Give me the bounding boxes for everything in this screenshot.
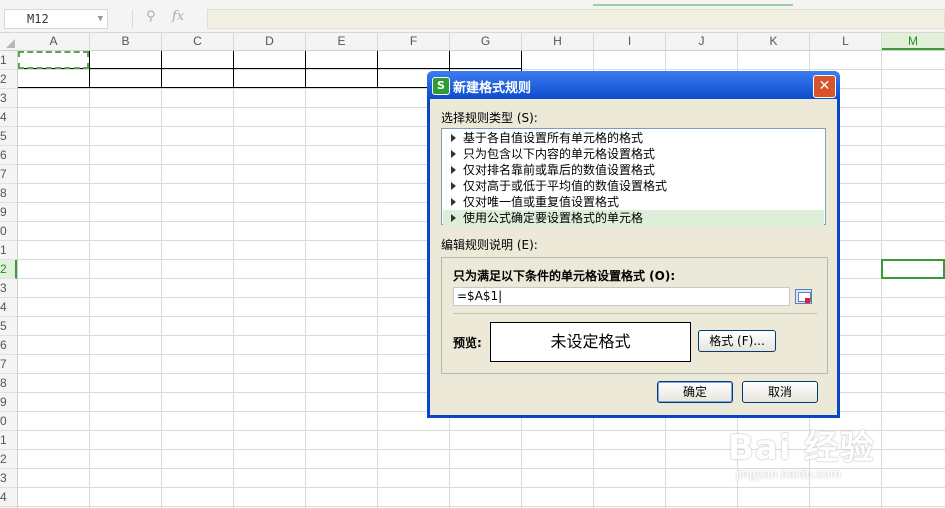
wps-app-icon: S <box>432 77 450 95</box>
row-header[interactable]: 6 <box>0 146 17 165</box>
chevron-down-icon[interactable]: ▼ <box>98 10 103 28</box>
ok-button[interactable]: 确定 <box>657 381 733 403</box>
column-header-k[interactable]: K <box>738 33 810 50</box>
column-header-m[interactable]: M <box>882 33 945 50</box>
column-header-f[interactable]: F <box>378 33 450 50</box>
row-header[interactable]: 3 <box>0 279 17 298</box>
row-header[interactable]: 2 <box>0 450 17 469</box>
rule-type-item[interactable]: 基于各自值设置所有单元格的格式 <box>443 130 824 146</box>
rule-description-group: 只为满足以下条件的单元格设置格式 (O): =$A$1| 预览: 未设定格式 格… <box>441 257 828 374</box>
group-divider <box>453 313 817 314</box>
dialog-title: 新建格式规则 <box>453 81 532 96</box>
rule-type-label: 选择规则类型 (S): <box>441 111 538 125</box>
rule-type-item[interactable]: 使用公式确定要设置格式的单元格 <box>443 210 824 226</box>
rule-type-label: 只为包含以下内容的单元格设置格式 <box>463 147 656 161</box>
baidu-watermark: Bai 经验 jingyan.baidu.com <box>728 420 938 500</box>
cell-border-line <box>377 51 378 88</box>
cell-border-line <box>161 51 162 88</box>
row-header[interactable]: 9 <box>0 203 17 222</box>
cell-border-line <box>233 51 234 88</box>
triangle-right-icon <box>451 198 456 206</box>
rule-type-item[interactable]: 仅对唯一值或重复值设置格式 <box>443 194 824 210</box>
edit-description-label: 编辑规则说明 (E): <box>441 238 538 252</box>
row-header[interactable]: 1 <box>0 431 17 450</box>
row-header[interactable]: 4 <box>0 298 17 317</box>
row-header[interactable]: 8 <box>0 184 17 203</box>
column-header-g[interactable]: G <box>450 33 522 50</box>
format-preview-box: 未设定格式 <box>490 322 691 362</box>
triangle-right-icon <box>451 166 456 174</box>
row-header[interactable]: 7 <box>0 355 17 374</box>
cell-border-line <box>305 51 306 88</box>
column-header-b[interactable]: B <box>90 33 162 50</box>
rule-type-label: 仅对唯一值或重复值设置格式 <box>463 195 620 209</box>
rule-type-item[interactable]: 只为包含以下内容的单元格设置格式 <box>443 146 824 162</box>
format-button[interactable]: 格式 (F)... <box>698 330 776 352</box>
row-header[interactable]: 8 <box>0 374 17 393</box>
rule-type-item[interactable]: 仅对高于或低于平均值的数值设置格式 <box>443 178 824 194</box>
rule-type-list[interactable]: 基于各自值设置所有单元格的格式 只为包含以下内容的单元格设置格式 仅对排名靠前或靠后… <box>441 128 826 226</box>
name-box[interactable]: M12 ▼ <box>4 9 108 29</box>
row-header[interactable]: 1 <box>0 51 17 70</box>
row-header[interactable]: 5 <box>0 127 17 146</box>
watermark-url: jingyan.baidu.com <box>736 466 841 481</box>
formula-toolbar: M12 ▼ ⚲ fx <box>0 0 945 33</box>
watermark-logo: Bai 经验 <box>728 428 875 468</box>
row-header[interactable]: 0 <box>0 412 17 431</box>
triangle-right-icon <box>451 214 456 222</box>
column-header-h[interactable]: H <box>522 33 594 50</box>
cell-border-line <box>18 68 522 69</box>
row-header[interactable]: 9 <box>0 393 17 412</box>
tab-indicator <box>593 4 793 6</box>
rule-type-label: 仅对排名靠前或靠后的数值设置格式 <box>463 163 656 177</box>
name-box-value: M12 <box>27 12 49 26</box>
new-format-rule-dialog: S 新建格式规则 ✕ 选择规则类型 (S): 基于各自值设置所有单元格的格式 只为… <box>427 71 840 418</box>
rule-type-item[interactable]: 仅对排名靠前或靠后的数值设置格式 <box>443 162 824 178</box>
triangle-right-icon <box>451 150 456 158</box>
cell-a1-copy-marquee[interactable] <box>18 51 89 69</box>
dialog-titlebar[interactable]: S 新建格式规则 ✕ <box>427 71 840 99</box>
column-header-d[interactable]: D <box>234 33 306 50</box>
triangle-right-icon <box>451 134 456 142</box>
row-header[interactable]: 4 <box>0 108 17 127</box>
row-header[interactable]: 2 <box>0 70 17 89</box>
select-all-corner[interactable] <box>0 33 17 50</box>
column-header-row: ABCDEFGHIJKLM <box>0 33 945 51</box>
dialog-body: 选择规则类型 (S): 基于各自值设置所有单元格的格式 只为包含以下内容的单元格设… <box>430 99 837 415</box>
column-header-e[interactable]: E <box>306 33 378 50</box>
active-cell-m12[interactable] <box>881 259 945 279</box>
rule-type-label: 仅对高于或低于平均值的数值设置格式 <box>463 179 668 193</box>
close-icon[interactable]: ✕ <box>813 75 836 98</box>
row-header[interactable]: 1 <box>0 241 17 260</box>
row-header[interactable]: 6 <box>0 336 17 355</box>
row-header-column: 123456789012345678901234 <box>0 51 18 508</box>
condition-label: 只为满足以下条件的单元格设置格式 (O): <box>453 269 676 283</box>
range-picker-icon[interactable] <box>795 289 812 304</box>
cell-border-line <box>89 51 90 88</box>
toolbar-divider <box>132 10 133 28</box>
row-header[interactable]: 3 <box>0 469 17 488</box>
row-header[interactable]: 5 <box>0 317 17 336</box>
column-header-c[interactable]: C <box>162 33 234 50</box>
preview-label: 预览: <box>453 336 482 350</box>
triangle-right-icon <box>451 182 456 190</box>
cancel-button[interactable]: 取消 <box>742 381 818 403</box>
row-header[interactable]: 7 <box>0 165 17 184</box>
formula-field[interactable]: =$A$1| <box>453 287 790 306</box>
column-header-j[interactable]: J <box>666 33 738 50</box>
rule-type-label: 使用公式确定要设置格式的单元格 <box>463 211 644 225</box>
formula-input[interactable] <box>207 9 945 29</box>
column-header-i[interactable]: I <box>594 33 666 50</box>
rule-type-label: 基于各自值设置所有单元格的格式 <box>463 131 644 145</box>
row-header[interactable]: 4 <box>0 488 17 507</box>
column-header-l[interactable]: L <box>810 33 882 50</box>
search-zoom-icon[interactable]: ⚲ <box>146 9 156 24</box>
row-header[interactable]: 2 <box>0 260 17 279</box>
fx-icon[interactable]: fx <box>172 9 184 24</box>
row-header[interactable]: 3 <box>0 89 17 108</box>
column-header-a[interactable]: A <box>18 33 90 50</box>
row-header[interactable]: 0 <box>0 222 17 241</box>
